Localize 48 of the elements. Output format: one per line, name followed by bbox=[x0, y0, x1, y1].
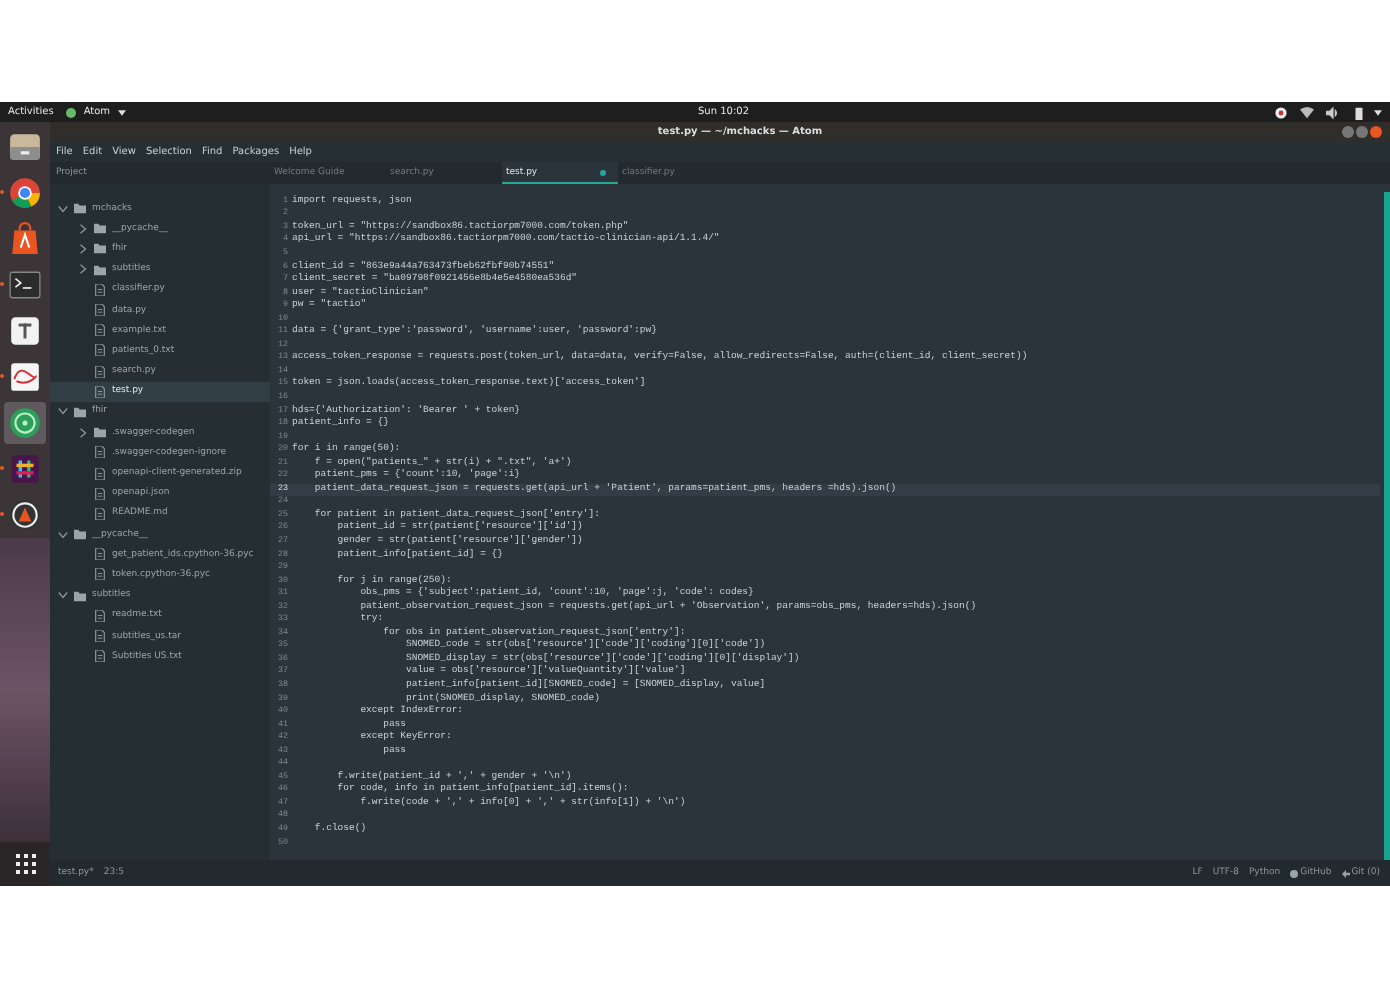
file-icon bbox=[94, 467, 106, 480]
file-icon bbox=[94, 487, 106, 500]
file-icon bbox=[94, 609, 106, 622]
bag-icon bbox=[8, 222, 42, 256]
file-icon bbox=[94, 630, 106, 643]
drawer-icon bbox=[8, 130, 42, 164]
hash-icon bbox=[8, 452, 42, 486]
folder-icon bbox=[74, 589, 86, 602]
apps-grid-icon[interactable] bbox=[15, 854, 35, 874]
minimize-button[interactable] bbox=[1342, 126, 1354, 138]
chevron-down-icon[interactable] bbox=[58, 203, 68, 214]
scrollbar[interactable] bbox=[1384, 192, 1390, 860]
chevron-right-icon[interactable] bbox=[78, 223, 88, 234]
chevron-right-icon[interactable] bbox=[78, 243, 88, 254]
triangle-circle-icon bbox=[8, 498, 42, 532]
arrow-icon bbox=[1341, 869, 1350, 877]
file-icon bbox=[94, 344, 106, 357]
speaker-icon[interactable] bbox=[1326, 105, 1340, 119]
launcher-button[interactable] bbox=[4, 494, 46, 536]
chevron-down-icon[interactable] bbox=[58, 590, 68, 601]
round-logo-icon bbox=[8, 176, 42, 210]
folder-icon bbox=[74, 528, 86, 541]
maximize-button[interactable] bbox=[1356, 126, 1368, 138]
chevron-right-icon[interactable] bbox=[78, 264, 88, 275]
caret-icon[interactable] bbox=[1374, 109, 1382, 115]
scribble-icon bbox=[8, 360, 42, 394]
file-icon bbox=[94, 283, 106, 296]
chevron-right-icon[interactable] bbox=[78, 427, 88, 438]
file-icon bbox=[94, 568, 106, 581]
chevron-down-icon[interactable] bbox=[58, 529, 68, 540]
file-icon bbox=[94, 548, 106, 561]
file-icon bbox=[94, 446, 106, 459]
battery-icon[interactable] bbox=[1352, 105, 1366, 119]
launcher-button[interactable] bbox=[4, 172, 46, 214]
launcher-button[interactable] bbox=[4, 402, 46, 444]
wifi-icon[interactable] bbox=[1300, 105, 1314, 119]
file-icon bbox=[94, 385, 106, 398]
file-icon bbox=[94, 304, 106, 317]
caret-icon[interactable] bbox=[118, 109, 127, 115]
file-icon bbox=[94, 365, 106, 378]
file-icon bbox=[94, 507, 106, 520]
terminal-icon bbox=[8, 268, 42, 302]
file-icon bbox=[94, 650, 106, 663]
close-button[interactable] bbox=[1370, 126, 1382, 138]
ring-logo-icon bbox=[8, 406, 42, 440]
note-icon bbox=[8, 314, 42, 348]
file-icon bbox=[94, 324, 106, 337]
chevron-down-icon[interactable] bbox=[58, 406, 68, 417]
